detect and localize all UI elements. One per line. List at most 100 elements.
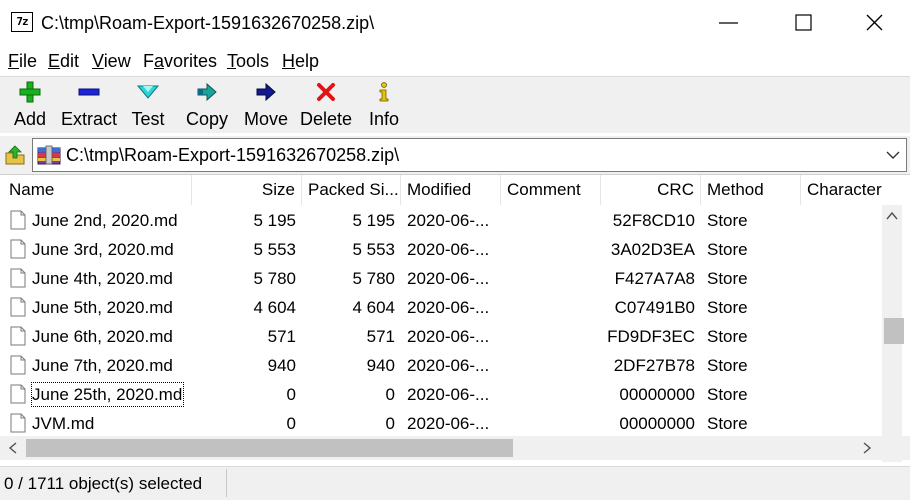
- scroll-up-arrow-icon[interactable]: [882, 207, 902, 225]
- archive-icon: [37, 145, 61, 165]
- address-path: C:\tmp\Roam-Export-1591632670258.zip\: [66, 145, 400, 165]
- cell-method: Store: [707, 385, 748, 404]
- cell-name: June 7th, 2020.md: [32, 356, 173, 375]
- maximize-icon: [795, 14, 812, 31]
- cell-crc: 2DF27B78: [613, 356, 695, 375]
- cell-name: June 4th, 2020.md: [32, 269, 173, 288]
- table-row[interactable]: June 3rd, 2020.md 5 553 5 553 2020-06-... 3A…: [0, 235, 882, 264]
- cell-size: 5 780: [253, 269, 296, 288]
- status-bar: 0 / 1711 object(s) selected: [0, 466, 910, 500]
- test-button[interactable]: Test: [124, 77, 172, 133]
- cell-method: Store: [707, 269, 748, 288]
- add-button[interactable]: Add: [6, 77, 54, 133]
- menu-tools[interactable]: Tools: [227, 50, 269, 72]
- table-row[interactable]: June 6th, 2020.md 571 571 2020-06-... FD9DF3…: [0, 322, 882, 351]
- cell-name: JVM.md: [32, 414, 95, 433]
- cell-modified: 2020-06-...: [407, 211, 490, 230]
- delete-button[interactable]: Delete: [298, 77, 354, 133]
- cell-size: 0: [286, 414, 296, 433]
- info-label: Info: [368, 109, 400, 129]
- check-chevron-icon: [137, 85, 159, 99]
- move-button[interactable]: Move: [240, 77, 292, 133]
- scroll-right-arrow-icon[interactable]: [858, 439, 876, 457]
- address-combobox[interactable]: C:\tmp\Roam-Export-1591632670258.zip\: [32, 138, 907, 172]
- table-row[interactable]: June 7th, 2020.md 940 940 2020-06-... 2DF27B…: [0, 351, 882, 380]
- status-divider: [226, 469, 227, 497]
- cell-comment: [501, 380, 601, 409]
- column-header-method[interactable]: Method: [701, 175, 801, 205]
- move-arrow-icon: [256, 82, 276, 102]
- table-row[interactable]: June 2nd, 2020.md 5 195 5 195 2020-06-... 52…: [0, 206, 882, 235]
- cell-size: 4 604: [253, 298, 296, 317]
- cell-name: June 6th, 2020.md: [32, 327, 173, 346]
- cell-name: June 3rd, 2020.md: [32, 240, 174, 259]
- column-header-modified[interactable]: Modified: [401, 175, 501, 205]
- up-folder-icon[interactable]: [4, 144, 26, 166]
- cell-modified: 2020-06-...: [407, 414, 490, 433]
- cell-modified: 2020-06-...: [407, 356, 490, 375]
- info-button[interactable]: Info: [362, 77, 406, 133]
- horizontal-scrollbar[interactable]: [0, 436, 882, 460]
- cell-crc: 52F8CD10: [612, 211, 695, 230]
- scroll-left-arrow-icon[interactable]: [4, 439, 22, 457]
- cell-crc: FD9DF3EC: [607, 327, 695, 346]
- cell-comment: [501, 409, 601, 438]
- column-header-name[interactable]: Name: [0, 175, 192, 205]
- cell-crc: F427A7A8: [614, 269, 695, 288]
- cell-method: Store: [707, 298, 748, 317]
- column-header-crc[interactable]: CRC: [601, 175, 701, 205]
- chevron-down-icon[interactable]: [884, 146, 902, 164]
- table-row[interactable]: June 5th, 2020.md 4 604 4 604 2020-06-... C0…: [0, 293, 882, 322]
- column-header-characteristics[interactable]: Character: [801, 175, 882, 205]
- scrollbar-corner: [882, 436, 910, 460]
- table-row[interactable]: JVM.md 0 0 2020-06-... 00000000 Store: [0, 409, 882, 438]
- file-icon: [10, 210, 26, 230]
- cell-size: 0: [286, 385, 296, 404]
- cell-method: Store: [707, 211, 748, 230]
- file-icon: [10, 355, 26, 375]
- column-header-row: Name Size Packed Si... Modified Comment …: [0, 175, 882, 205]
- column-header-packed-size[interactable]: Packed Si...: [302, 175, 401, 205]
- cell-crc: 3A02D3EA: [610, 240, 695, 259]
- cell-crc: C07491B0: [614, 298, 695, 317]
- column-header-comment[interactable]: Comment: [501, 175, 601, 205]
- cell-name: June 5th, 2020.md: [32, 298, 173, 317]
- menu-file[interactable]: File: [8, 50, 37, 72]
- cell-method: Store: [707, 327, 748, 346]
- close-button[interactable]: [852, 0, 898, 46]
- cell-modified: 2020-06-...: [407, 269, 490, 288]
- copy-button[interactable]: Copy: [180, 77, 234, 133]
- cell-packed-size: 5 780: [352, 269, 395, 288]
- file-icon: [10, 268, 26, 288]
- cell-comment: [501, 206, 601, 235]
- cell-crc: 00000000: [619, 414, 695, 433]
- cell-size: 940: [267, 356, 296, 375]
- minus-icon: [78, 88, 100, 96]
- vertical-scrollbar[interactable]: [882, 205, 904, 462]
- column-header-size[interactable]: Size: [192, 175, 302, 205]
- copy-arrow-icon: [197, 82, 217, 102]
- close-icon: [866, 14, 883, 31]
- info-icon: [379, 82, 389, 102]
- vertical-scroll-thumb[interactable]: [884, 318, 904, 344]
- menu-edit[interactable]: Edit: [48, 50, 79, 72]
- file-icon: [10, 297, 26, 317]
- minimize-button[interactable]: [706, 0, 752, 46]
- address-bar: C:\tmp\Roam-Export-1591632670258.zip\: [0, 136, 910, 174]
- minimize-icon: [719, 22, 738, 24]
- window-title: C:\tmp\Roam-Export-1591632670258.zip\: [41, 13, 375, 33]
- cell-packed-size: 0: [385, 385, 395, 404]
- cell-comment: [501, 264, 601, 293]
- cell-packed-size: 571: [366, 327, 395, 346]
- cell-crc: 00000000: [619, 385, 695, 404]
- table-row[interactable]: June 4th, 2020.md 5 780 5 780 2020-06-... F4…: [0, 264, 882, 293]
- extract-button[interactable]: Extract: [58, 77, 120, 133]
- table-row[interactable]: June 25th, 2020.md 0 0 2020-06-... 00000000 S…: [0, 380, 882, 409]
- menu-help[interactable]: Help: [282, 50, 319, 72]
- file-list[interactable]: Name Size Packed Si... Modified Comment …: [0, 174, 910, 462]
- menu-view[interactable]: View: [92, 50, 131, 72]
- horizontal-scroll-thumb[interactable]: [26, 439, 513, 457]
- maximize-button[interactable]: [780, 0, 826, 46]
- menu-favorites[interactable]: Favorites: [143, 50, 217, 72]
- move-label: Move: [243, 109, 288, 129]
